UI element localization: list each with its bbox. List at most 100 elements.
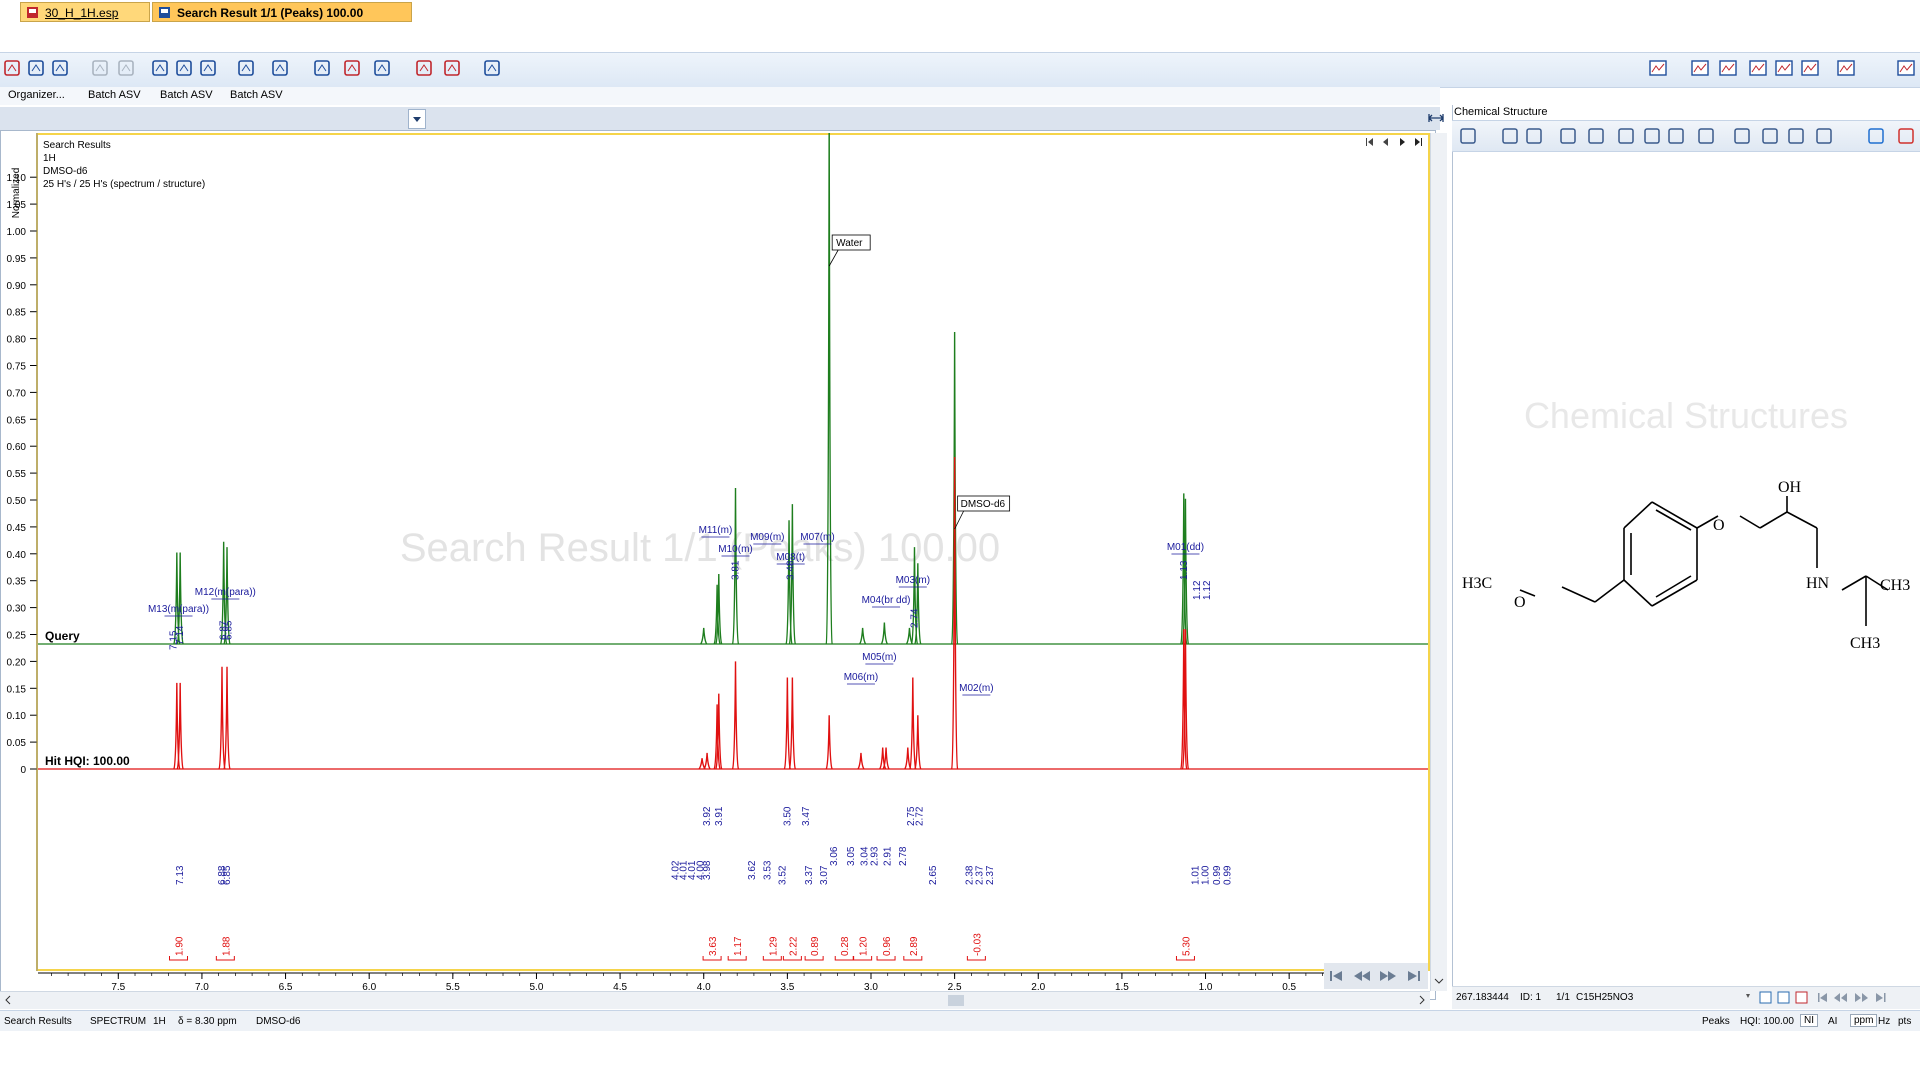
hit-shift-label: 0.99 xyxy=(1222,865,1233,885)
structure-edit-icon[interactable] xyxy=(1777,991,1790,1004)
structure-more-icon[interactable] xyxy=(1814,126,1834,146)
view-layout-icon[interactable] xyxy=(312,58,332,78)
hz-toggle[interactable]: Hz xyxy=(1878,1016,1890,1027)
next-page-icon[interactable] xyxy=(1400,138,1405,146)
structure-previous-icon[interactable] xyxy=(1834,993,1847,1002)
redo-icon[interactable] xyxy=(116,58,136,78)
horizontal-scrollbar[interactable] xyxy=(0,991,1430,1009)
structure-link-icon[interactable] xyxy=(1795,991,1808,1004)
structure-bond-icon[interactable] xyxy=(1616,126,1636,146)
zoom-in-icon[interactable] xyxy=(174,58,194,78)
open-icon[interactable] xyxy=(2,58,22,78)
scroll-left-icon[interactable] xyxy=(2,993,14,1007)
menu-batch-asv-3[interactable]: Batch ASV xyxy=(230,89,283,101)
previous-page-icon[interactable] xyxy=(1383,138,1388,146)
status-bar: Search Results SPECTRUM 1H δ = 8.30 ppm … xyxy=(0,1010,1920,1031)
zoom-out-icon[interactable] xyxy=(236,58,256,78)
display-options-icon[interactable] xyxy=(270,58,290,78)
bond xyxy=(1623,579,1653,607)
structure-numbering-icon[interactable] xyxy=(1786,126,1806,146)
print-icon[interactable] xyxy=(372,58,392,78)
zoom-region-icon[interactable] xyxy=(198,58,218,78)
pts-toggle[interactable]: pts xyxy=(1898,1016,1911,1027)
layout-tile-icon[interactable] xyxy=(1648,58,1668,78)
ni-toggle[interactable]: NI xyxy=(1800,1014,1818,1027)
structure-fit-icon[interactable] xyxy=(1732,126,1752,146)
peak-pick-icon[interactable] xyxy=(414,58,434,78)
tab-dropdown-button[interactable] xyxy=(408,109,426,129)
menu-batch-asv-2[interactable]: Batch ASV xyxy=(160,89,213,101)
structure-apply-icon[interactable] xyxy=(1866,126,1886,146)
last-icon[interactable] xyxy=(1408,971,1420,981)
first-icon[interactable] xyxy=(1330,971,1342,981)
undo-icon[interactable] xyxy=(90,58,110,78)
query-label: Query xyxy=(45,629,80,643)
integral-value: 2.89 xyxy=(909,936,920,956)
save-all-icon[interactable] xyxy=(50,58,70,78)
structure-last-icon[interactable] xyxy=(1876,993,1886,1002)
scroll-right-icon[interactable] xyxy=(1416,993,1428,1007)
expand-width-button[interactable] xyxy=(1428,110,1444,126)
chemical-structure-drawing[interactable]: Chemical Structures O OH HN CH3 CH3 O H3C xyxy=(1452,150,1920,984)
scroll-down-icon[interactable] xyxy=(1432,975,1446,987)
structure-select-icon[interactable] xyxy=(1586,126,1606,146)
hit-peak xyxy=(914,715,922,770)
water-callout-label: Water xyxy=(836,238,863,249)
vertical-scrollbar[interactable] xyxy=(1430,133,1447,991)
structure-prev-icon[interactable] xyxy=(1746,994,1750,998)
save-icon[interactable] xyxy=(26,58,46,78)
structure-close-icon[interactable] xyxy=(1896,126,1916,146)
zoom-fit-icon[interactable] xyxy=(150,58,170,78)
x-tick-label: 3.0 xyxy=(864,982,878,991)
hit-shift-label: 3.62 xyxy=(747,860,758,880)
structure-redo-icon[interactable] xyxy=(1524,126,1544,146)
hit-label: Hit HQI: 100.00 xyxy=(45,754,130,768)
ai-toggle[interactable]: AI xyxy=(1828,1016,1837,1027)
horizontal-scroll-thumb[interactable] xyxy=(948,995,964,1006)
structure-next-icon[interactable] xyxy=(1855,993,1868,1002)
tab-search-result[interactable]: Search Result 1/1 (Peaks) 100.00 xyxy=(152,2,412,22)
structure-chart-icon[interactable] xyxy=(1558,126,1578,146)
spectrum-chart[interactable]: 1.101.051.000.950.900.850.800.750.700.65… xyxy=(0,133,1430,991)
integrate-icon[interactable] xyxy=(442,58,462,78)
query-shift-label: 1.13 xyxy=(1179,560,1190,580)
integral-value: 1.17 xyxy=(733,936,744,956)
split-view-icon[interactable] xyxy=(1718,58,1738,78)
export-icon[interactable] xyxy=(1748,58,1768,78)
last-page-icon[interactable] xyxy=(1415,138,1422,146)
window-close-icon[interactable] xyxy=(1896,58,1916,78)
structure-color-icon[interactable] xyxy=(1696,126,1716,146)
report-icon[interactable] xyxy=(1774,58,1794,78)
structure-hydrogen-icon[interactable] xyxy=(1760,126,1780,146)
menu-organizer[interactable]: Organizer... xyxy=(8,89,65,101)
x-tick-label: 0.5 xyxy=(1282,982,1296,991)
spectrum-view-icon[interactable] xyxy=(1690,58,1710,78)
multiplet-label: M07(m) xyxy=(800,532,834,543)
settings-icon[interactable] xyxy=(1800,58,1820,78)
assign-icon[interactable] xyxy=(482,58,502,78)
structure-first-icon[interactable] xyxy=(1818,993,1827,1002)
structure-ring-icon[interactable] xyxy=(1666,126,1686,146)
hit-shift-label: 3.37 xyxy=(804,865,815,885)
hit-peak xyxy=(218,666,226,770)
structure-erase-icon[interactable] xyxy=(1642,126,1662,146)
x-tick-label: 2.0 xyxy=(1031,982,1045,991)
previous-icon[interactable] xyxy=(1354,971,1370,981)
x-tick-label: 4.0 xyxy=(697,982,711,991)
structure-view-icon[interactable] xyxy=(1759,991,1772,1004)
window-icon[interactable] xyxy=(1836,58,1856,78)
menu-batch-asv-1[interactable]: Batch ASV xyxy=(88,89,141,101)
integral-value: 1.20 xyxy=(859,936,870,956)
multiplet-label: M03(m) xyxy=(896,575,930,586)
x-tick-label: 3.5 xyxy=(780,982,794,991)
compare-icon[interactable] xyxy=(342,58,362,78)
structure-tools-icon[interactable] xyxy=(1458,126,1478,146)
multiplet-label: M05(m) xyxy=(862,652,896,663)
ppm-toggle[interactable]: ppm xyxy=(1850,1014,1878,1027)
x-tick-label: 4.5 xyxy=(613,982,627,991)
structure-undo-icon[interactable] xyxy=(1500,126,1520,146)
first-page-icon[interactable] xyxy=(1366,138,1373,146)
next-icon[interactable] xyxy=(1380,971,1396,981)
file-icon xyxy=(27,7,38,18)
tab-30-h-1h[interactable]: 30_H_1H.esp xyxy=(20,2,150,22)
